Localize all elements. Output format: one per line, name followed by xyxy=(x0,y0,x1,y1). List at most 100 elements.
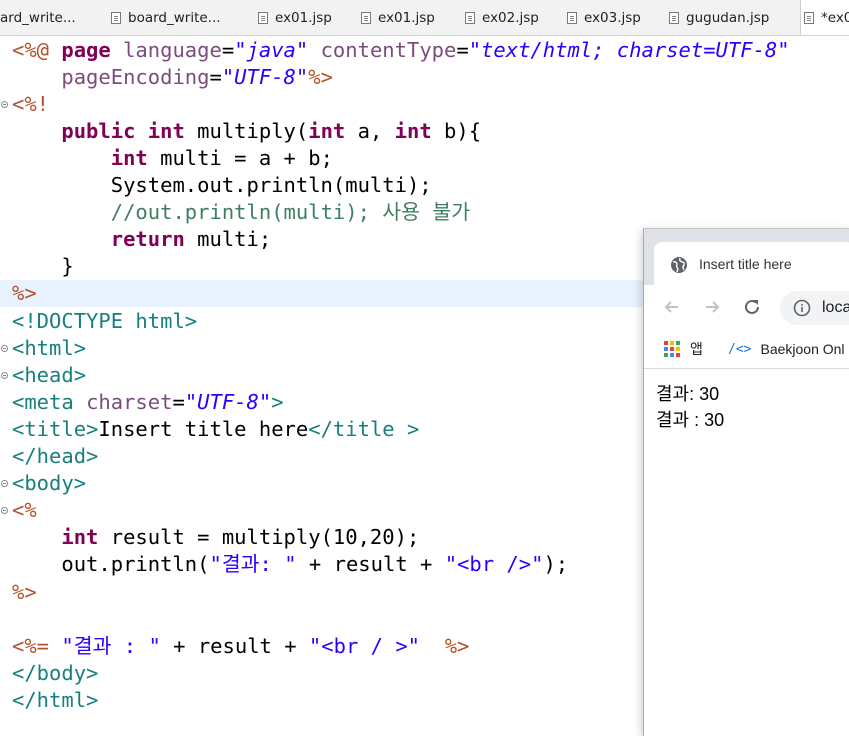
code-token: Insert title here xyxy=(98,416,309,441)
code-token: <% xyxy=(12,498,37,523)
code-line[interactable]: <title>Insert title here</title > xyxy=(12,416,419,443)
address-text: loca xyxy=(822,299,849,316)
fold-toggle-icon[interactable] xyxy=(1,344,8,352)
code-token: public xyxy=(61,118,136,143)
back-button[interactable] xyxy=(660,295,684,319)
editor-tab[interactable]: board_write... xyxy=(111,0,221,35)
code-token: ); xyxy=(543,552,569,577)
bookmark-baekjoon[interactable]: /<> Baekjoon Onl xyxy=(728,339,845,359)
code-token: <html> xyxy=(12,335,87,360)
editor-gutter xyxy=(0,36,11,735)
code-line[interactable]: public int multiply(int a, int b){ xyxy=(12,118,481,145)
editor-tab[interactable]: ard_write... xyxy=(0,0,76,35)
code-token: int xyxy=(110,145,148,170)
file-icon xyxy=(111,11,121,24)
code-token: </body> xyxy=(12,660,99,685)
code-line[interactable]: </head> xyxy=(12,443,98,470)
forward-arrow-icon xyxy=(706,301,720,313)
browser-tab[interactable]: Insert title here xyxy=(654,242,849,285)
code-token: "<br / >" xyxy=(308,633,421,658)
output-line: 결과 : 30 xyxy=(656,410,725,430)
code-token: result = multiply(10,20); xyxy=(98,525,420,550)
apps-dot xyxy=(670,347,674,351)
site-info-icon[interactable] xyxy=(793,299,811,317)
editor-tab-label: ex01.jsp xyxy=(275,9,332,26)
code-token: page xyxy=(61,37,124,62)
code-token: <%= xyxy=(12,633,62,658)
code-line[interactable]: return multi; xyxy=(12,226,271,253)
browser-window: Insert title here loca 앱 /<> Baekjoon On… xyxy=(643,228,849,736)
forward-button[interactable] xyxy=(700,295,724,319)
editor-tab-label: ex03.jsp xyxy=(584,9,641,26)
code-line[interactable]: } xyxy=(12,253,74,280)
code-token: "java" xyxy=(234,37,309,62)
file-icon xyxy=(669,11,679,24)
code-token: contentType xyxy=(320,37,457,62)
code-line[interactable]: System.out.println(multi); xyxy=(12,172,432,199)
editor-tab[interactable]: gugudan.jsp xyxy=(669,0,769,35)
code-line[interactable]: //out.println(multi); 사용 불가 xyxy=(12,199,470,226)
code-token: a, xyxy=(345,118,395,143)
code-line[interactable]: <%= "결과 : " + result + "<br / >" %> xyxy=(12,633,469,660)
editor-tab[interactable]: ex01.jsp xyxy=(361,0,435,35)
page-content: 결과: 30 결과 : 30 xyxy=(644,369,849,433)
editor-tab[interactable]: ex03.jsp xyxy=(567,0,641,35)
editor-tab-label: ex01.jsp xyxy=(378,9,435,26)
editor-tab[interactable]: ex02.jsp xyxy=(465,0,539,35)
bookmark-apps-label: 앱 xyxy=(690,341,703,357)
code-token: = xyxy=(172,389,185,414)
code-line[interactable]: %> xyxy=(12,579,37,606)
code-line[interactable]: <head> xyxy=(12,362,86,389)
reload-button[interactable] xyxy=(740,295,764,319)
code-line[interactable]: <body> xyxy=(12,470,86,497)
code-line[interactable]: </body> xyxy=(12,660,98,687)
bookmark-apps[interactable]: 앱 xyxy=(664,339,703,359)
code-line[interactable]: <%! xyxy=(12,91,49,118)
editor-tab[interactable]: *ex0 xyxy=(800,0,849,35)
bookmark-baekjoon-label: Baekjoon Onl xyxy=(760,341,845,357)
code-line[interactable]: <% xyxy=(12,497,37,524)
file-icon xyxy=(465,11,475,24)
editor-tab-label: *ex0 xyxy=(821,9,849,26)
fold-toggle-icon[interactable] xyxy=(1,371,8,379)
fold-toggle-icon[interactable] xyxy=(1,100,8,108)
code-token: <!DOCTYPE html> xyxy=(12,308,198,333)
file-icon xyxy=(258,11,268,24)
code-token: int xyxy=(147,118,185,143)
code-line[interactable]: <!DOCTYPE html> xyxy=(12,308,197,335)
file-icon xyxy=(804,11,814,24)
editor-tab-label: ex02.jsp xyxy=(482,9,539,26)
apps-dot xyxy=(670,341,674,345)
address-bar[interactable]: loca xyxy=(780,291,849,325)
code-token: = xyxy=(456,37,469,62)
code-token: multi = a + b; xyxy=(147,145,333,170)
editor-tab[interactable]: ex01.jsp xyxy=(258,0,332,35)
code-token: + result + xyxy=(296,552,445,577)
browser-toolbar: loca xyxy=(644,285,849,330)
back-arrow-icon xyxy=(664,301,678,313)
code-token: } xyxy=(12,254,74,279)
code-token: <%! xyxy=(12,91,50,116)
code-token: multiply( xyxy=(184,118,309,143)
code-token: charset xyxy=(86,389,173,414)
code-token: int xyxy=(61,525,99,550)
code-line[interactable]: pageEncoding="UTF-8"%> xyxy=(12,64,333,91)
code-token: %> xyxy=(444,633,470,658)
code-line[interactable]: <%@ page language="java" contentType="te… xyxy=(12,37,790,64)
apps-dot xyxy=(676,341,680,345)
code-line[interactable]: int multi = a + b; xyxy=(12,145,333,172)
code-line[interactable]: out.println("결과: " + result + "<br />"); xyxy=(12,551,568,578)
code-line[interactable]: <html> xyxy=(12,335,86,362)
code-line[interactable]: <meta charset="UTF-8"> xyxy=(12,389,284,416)
code-line[interactable]: </html> xyxy=(12,687,98,714)
code-token: return xyxy=(110,227,185,252)
code-line[interactable]: int result = multiply(10,20); xyxy=(12,524,419,551)
